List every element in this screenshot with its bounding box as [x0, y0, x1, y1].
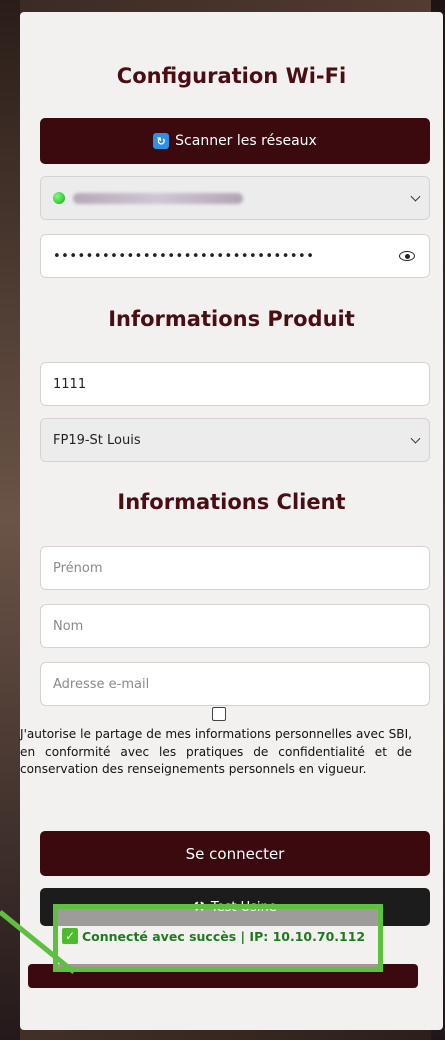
- serial-input[interactable]: 1111: [40, 362, 430, 406]
- email-input[interactable]: Adresse e-mail: [40, 662, 430, 706]
- scan-networks-button[interactable]: ↻ Scanner les réseaux: [40, 118, 430, 164]
- connect-button[interactable]: Se connecter: [40, 831, 430, 876]
- model-select[interactable]: FP19-St Louis: [40, 418, 430, 462]
- lastname-input[interactable]: Nom: [40, 604, 430, 648]
- product-section-title: Informations Produit: [108, 307, 355, 331]
- chevron-down-icon: [410, 191, 421, 202]
- background-left: [0, 0, 20, 1040]
- ssid-value-blurred: [73, 192, 243, 204]
- refresh-icon: ↻: [153, 133, 170, 149]
- wifi-section-title: Configuration Wi-Fi: [116, 64, 347, 88]
- eye-icon[interactable]: [399, 251, 415, 261]
- connect-label: Se connecter: [185, 844, 285, 863]
- signal-dot-icon: [53, 192, 65, 204]
- chevron-down-icon: [410, 433, 421, 444]
- email-placeholder: Adresse e-mail: [53, 676, 150, 692]
- firstname-input[interactable]: Prénom: [40, 546, 430, 590]
- serial-value: 1111: [53, 376, 87, 392]
- scan-networks-label: Scanner les réseaux: [175, 133, 317, 149]
- client-section-title: Informations Client: [117, 490, 346, 514]
- model-selected-value: FP19-St Louis: [53, 432, 141, 448]
- status-message: Connecté avec succès | IP: 10.10.70.112: [82, 928, 366, 944]
- firstname-placeholder: Prénom: [53, 560, 103, 576]
- network-select[interactable]: [40, 176, 430, 220]
- config-card: Configuration Wi-Fi ↻ Scanner les réseau…: [20, 12, 443, 1030]
- annotation-arrow: [0, 910, 76, 974]
- lastname-placeholder: Nom: [53, 618, 84, 634]
- password-input[interactable]: ••••••••••••••••••••••••••••••••: [40, 234, 430, 278]
- password-value: ••••••••••••••••••••••••••••••••: [53, 248, 315, 264]
- consent-text: J'autorise le partage de mes information…: [20, 727, 412, 777]
- consent-checkbox[interactable]: [212, 707, 226, 721]
- connection-status: ✓ Connecté avec succès | IP: 10.10.70.11…: [62, 928, 382, 944]
